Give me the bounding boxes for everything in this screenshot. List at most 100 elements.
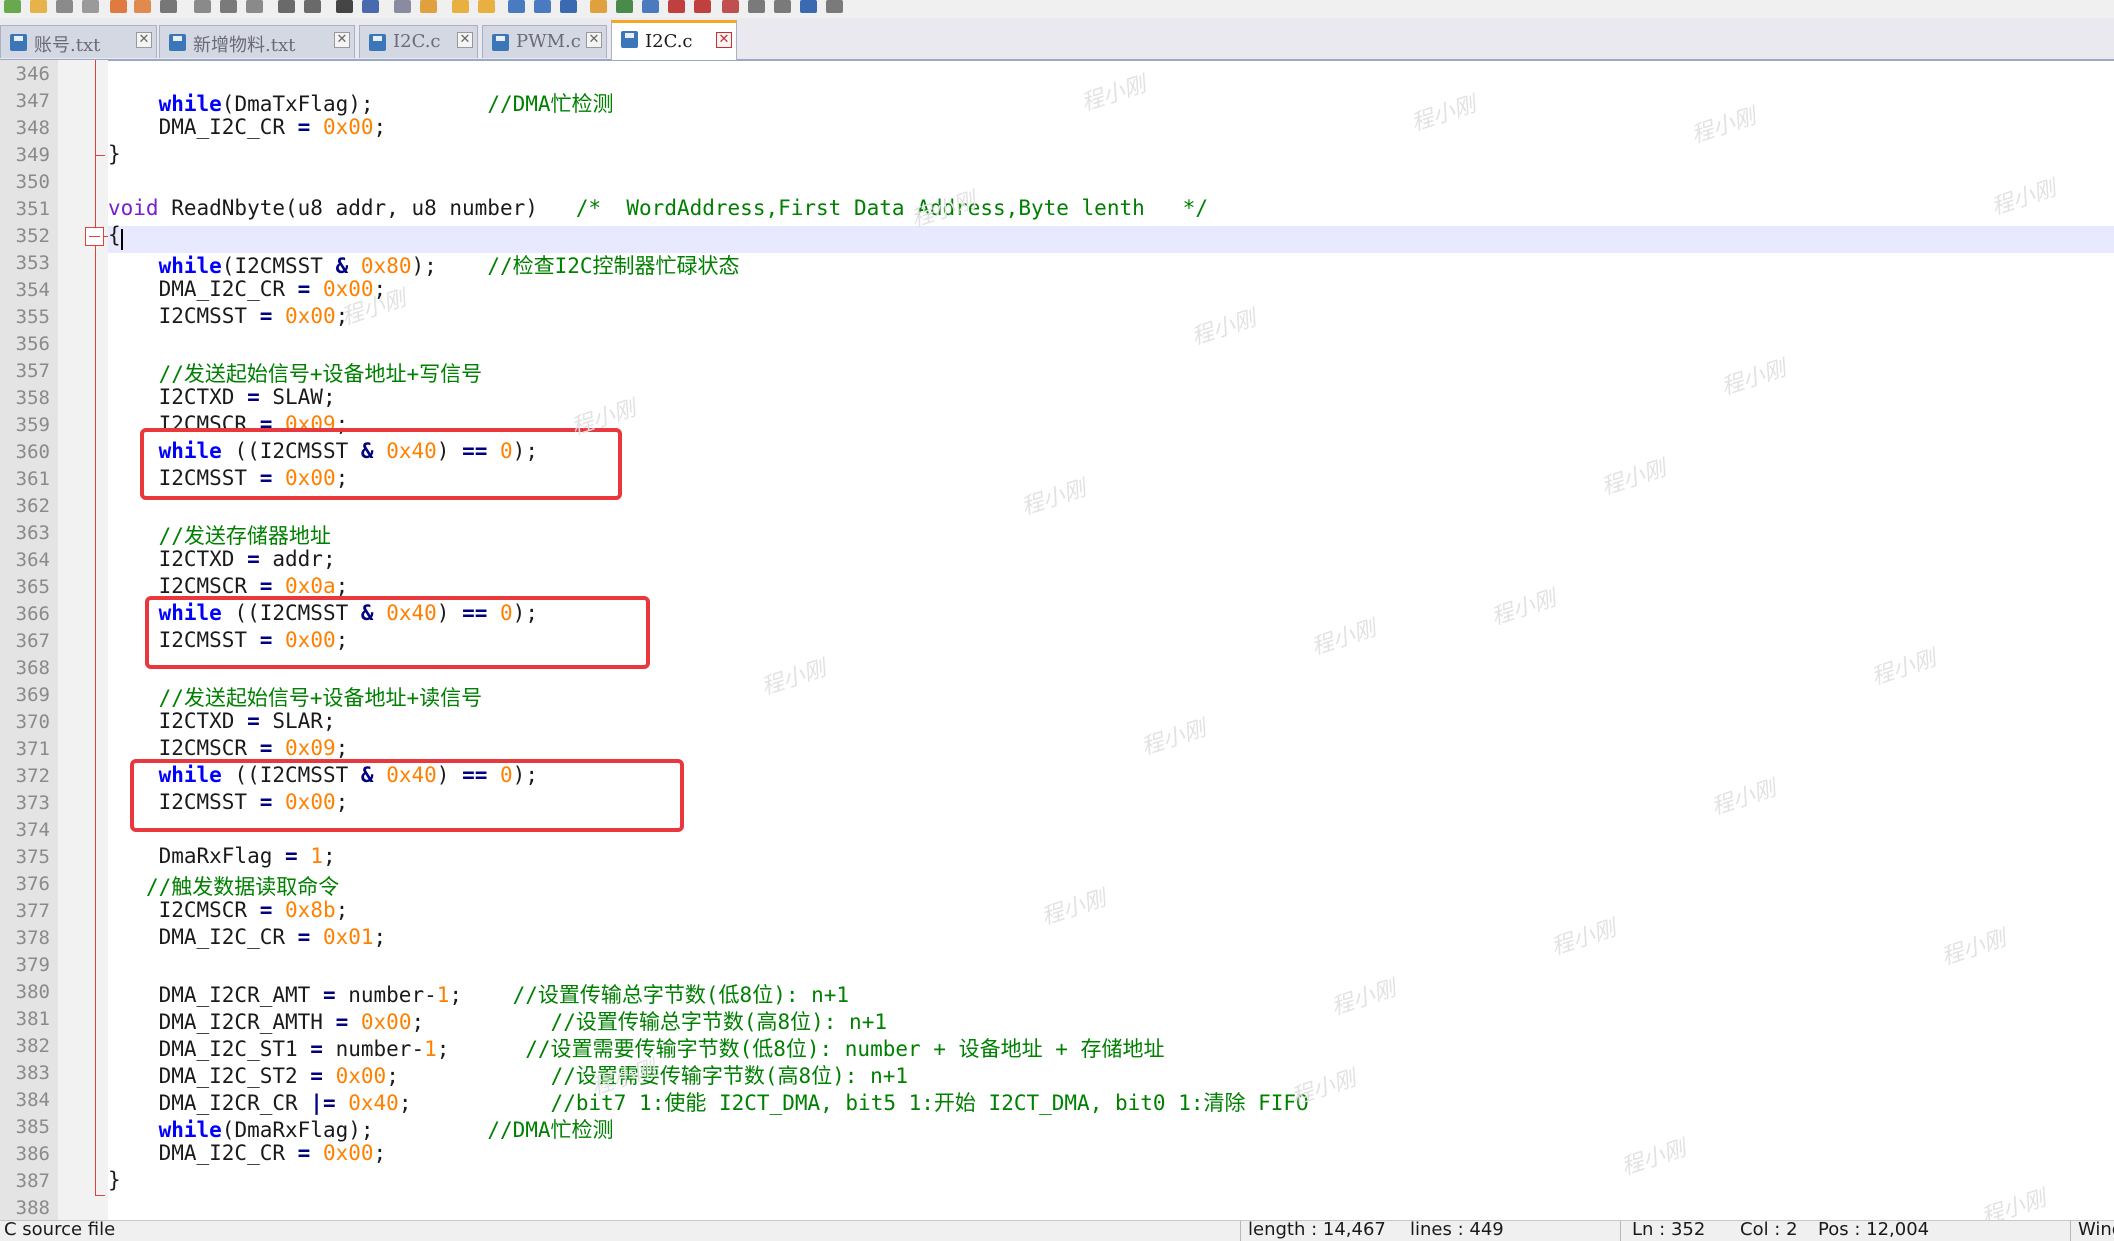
save-disk-icon: [492, 34, 509, 51]
code-line[interactable]: 348 DMA_I2C_CR = 0x00;: [0, 114, 2114, 141]
line-number: 347: [15, 90, 50, 112]
tab-close-icon[interactable]: ✕: [586, 32, 602, 48]
number-token: 0x00: [285, 304, 336, 328]
line-number: 358: [15, 387, 50, 409]
print-icon[interactable]: [160, 0, 177, 13]
code-line[interactable]: 371 I2CMSCR = 0x09;: [0, 735, 2114, 762]
close-all-icon[interactable]: [134, 0, 151, 13]
code-line[interactable]: 355 I2CMSST = 0x00;: [0, 303, 2114, 330]
new-file-icon[interactable]: [4, 0, 21, 13]
tab-3[interactable]: I2C.c ✕: [359, 25, 478, 58]
copy-icon[interactable]: [220, 0, 237, 13]
cut-icon[interactable]: [194, 0, 211, 13]
code-line[interactable]: 387}: [0, 1167, 2114, 1194]
replace-icon[interactable]: [362, 0, 379, 13]
macro-stop-icon[interactable]: [748, 0, 765, 13]
text-token: ;: [335, 736, 349, 760]
sync-v-icon[interactable]: [452, 0, 469, 13]
code-line[interactable]: 352 {: [0, 222, 2114, 249]
word-wrap-icon[interactable]: [508, 0, 525, 13]
code-line[interactable]: 354 DMA_I2C_CR = 0x00;: [0, 276, 2114, 303]
save-icon[interactable]: [56, 0, 73, 13]
sync-h-icon[interactable]: [478, 0, 495, 13]
code-line[interactable]: 385 while(DmaRxFlag); //DMA忙检测: [0, 1113, 2114, 1142]
macro-play-icon[interactable]: [774, 0, 791, 13]
operator-token: =: [297, 277, 311, 301]
text-token: ;: [449, 983, 513, 1007]
status-col: Col : 2: [1740, 1220, 1798, 1240]
code-line[interactable]: 353 while(I2CMSST & 0x80); //检查I2C控制器忙碌状…: [0, 249, 2114, 278]
macro-record-icon[interactable]: [722, 0, 739, 13]
code-line[interactable]: 382 DMA_I2C_ST1 = number-1; //设置需要传输字节数(…: [0, 1032, 2114, 1061]
code-line[interactable]: 369 //发送起始信号+设备地址+读信号: [0, 681, 2114, 710]
undo-icon[interactable]: [278, 0, 295, 13]
line-number: 365: [15, 576, 50, 598]
function-list-icon[interactable]: [642, 0, 659, 13]
line-number: 384: [15, 1089, 50, 1111]
code-line[interactable]: 364 I2CTXD = addr;: [0, 546, 2114, 573]
find-icon[interactable]: [336, 0, 353, 13]
code-line[interactable]: 388: [0, 1194, 2114, 1220]
status-divider: [2070, 1221, 2071, 1241]
code-line[interactable]: 375 DmaRxFlag = 1;: [0, 843, 2114, 870]
code-line[interactable]: 349}: [0, 141, 2114, 168]
code-line[interactable]: 376 //触发数据读取命令: [0, 870, 2114, 899]
number-token: 0x00: [322, 1141, 374, 1165]
tab-5[interactable]: I2C.c ✕: [611, 20, 737, 60]
zoom-in-icon[interactable]: [394, 0, 411, 13]
code-line[interactable]: 346: [0, 60, 2114, 87]
code-line[interactable]: 384 DMA_I2CR_CR |= 0x40; //bit7 1:使能 I2C…: [0, 1086, 2114, 1115]
code-editor[interactable]: 346 347 while(DmaTxFlag); //DMA忙检测 348 DMA…: [0, 60, 2114, 1220]
zoom-out-icon[interactable]: [420, 0, 437, 13]
text-token: DMA_I2CR_CR: [108, 1091, 311, 1115]
code-line[interactable]: 370 I2CTXD = SLAR;: [0, 708, 2114, 735]
line-number: 367: [15, 630, 50, 652]
comment-token: //设置需要传输字节数(低8位): number + 设备地址 + 存储地址: [525, 1037, 1165, 1061]
code-line[interactable]: 381 DMA_I2CR_AMTH = 0x00; //设置传输总字节数(高8位…: [0, 1005, 2114, 1034]
line-number: 373: [15, 792, 50, 814]
text-token: DMA_I2C_ST2: [108, 1064, 311, 1088]
macro-save-icon[interactable]: [826, 0, 843, 13]
code-line[interactable]: 347 while(DmaTxFlag); //DMA忙检测: [0, 87, 2114, 116]
text-token: I2CMSCR: [108, 574, 260, 598]
show-all-chars-icon[interactable]: [534, 0, 551, 13]
code-line[interactable]: 386 DMA_I2C_CR = 0x00;: [0, 1140, 2114, 1167]
tab-close-icon[interactable]: ✕: [136, 32, 152, 48]
folder-workspace-icon[interactable]: [668, 0, 685, 13]
indent-guide-icon[interactable]: [560, 0, 577, 13]
line-number: 350: [15, 171, 50, 193]
fold-collapse-icon[interactable]: [85, 227, 104, 246]
status-eol: Windows (CR LF): [2078, 1220, 2114, 1240]
redo-icon[interactable]: [304, 0, 321, 13]
status-pos: Pos : 12,004: [1818, 1220, 1930, 1240]
tab-1[interactable]: 账号.txt ✕: [0, 25, 157, 58]
code-line[interactable]: 351 void ReadNbyte(u8 addr, u8 number) /*…: [0, 195, 2114, 222]
tab-2[interactable]: 新增物料.txt ✕: [159, 25, 355, 58]
status-lines: lines : 449: [1410, 1220, 1504, 1240]
tab-label: 新增物料.txt: [193, 35, 296, 56]
code-line[interactable]: 380 DMA_I2CR_AMT = number-1; //设置传输总字节数(…: [0, 978, 2114, 1007]
operator-token: =: [247, 385, 260, 409]
code-line[interactable]: 383 DMA_I2C_ST2 = 0x00; //设置需要传输字节数(高8位)…: [0, 1059, 2114, 1088]
code-line[interactable]: 357 //发送起始信号+设备地址+写信号: [0, 357, 2114, 386]
paste-icon[interactable]: [246, 0, 263, 13]
save-all-icon[interactable]: [82, 0, 99, 13]
language-icon[interactable]: [590, 0, 607, 13]
macro-run-multiple-icon[interactable]: [800, 0, 817, 13]
text-token: I2CMSCR: [108, 736, 260, 760]
code-line[interactable]: 350: [0, 168, 2114, 195]
code-line[interactable]: 379: [0, 951, 2114, 978]
tab-4[interactable]: PWM.c ✕: [482, 25, 607, 58]
code-text: {: [108, 223, 121, 247]
code-line[interactable]: 363 //发送存储器地址: [0, 519, 2114, 548]
code-line[interactable]: 358 I2CTXD = SLAW;: [0, 384, 2114, 411]
tab-close-icon[interactable]: ✕: [334, 32, 350, 48]
open-file-icon[interactable]: [30, 0, 47, 13]
code-line[interactable]: 378 DMA_I2C_CR = 0x01;: [0, 924, 2114, 951]
tab-close-icon[interactable]: ✕: [716, 32, 732, 48]
doc-map-icon[interactable]: [616, 0, 633, 13]
close-icon[interactable]: [110, 0, 127, 13]
tab-close-icon[interactable]: ✕: [457, 32, 473, 48]
code-line[interactable]: 356: [0, 330, 2114, 357]
monitoring-icon[interactable]: [694, 0, 711, 13]
